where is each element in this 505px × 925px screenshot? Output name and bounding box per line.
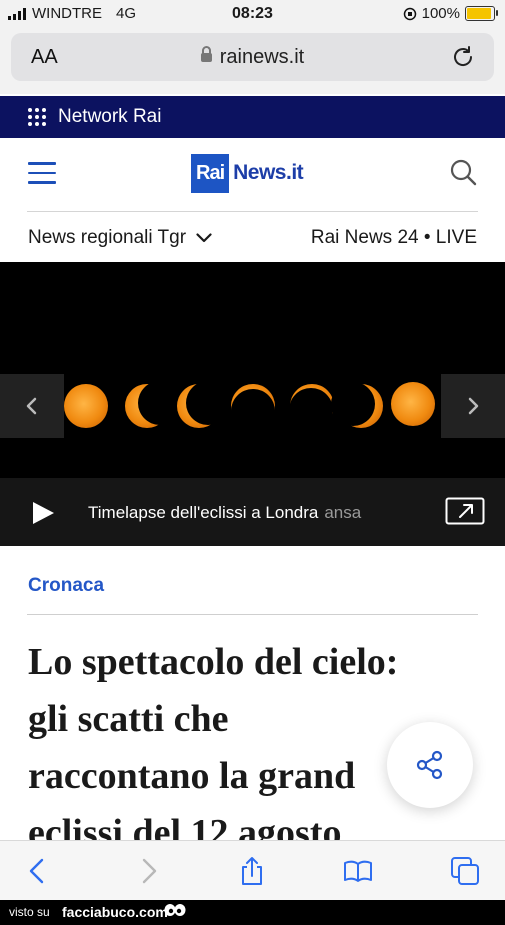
share-icon	[416, 750, 443, 780]
browser-chrome: AA rainews.it	[0, 28, 505, 94]
share-button[interactable]	[387, 722, 473, 808]
video-title-text: Timelapse dell'eclissi a Londra	[88, 503, 319, 522]
regional-news-dropdown[interactable]: News regionali Tgr	[28, 227, 212, 249]
video-caption-bar[interactable]: Timelapse dell'eclissi a Londra ansa	[0, 478, 505, 546]
grid-menu-icon	[28, 108, 46, 126]
eclipse-phase-1	[64, 384, 108, 428]
browser-toolbar	[0, 840, 505, 901]
search-icon[interactable]	[449, 158, 477, 186]
watermark-bar: visto su facciabuco.com	[0, 900, 505, 925]
watermark-visto: visto su	[9, 905, 50, 919]
headline-line: Lo spettacolo del cielo:	[28, 641, 399, 683]
play-icon[interactable]	[30, 500, 56, 526]
eyes-icon	[164, 904, 186, 916]
rainews24-live-link[interactable]: Rai News 24 • LIVE	[311, 227, 477, 249]
hamburger-menu-icon[interactable]	[28, 162, 56, 184]
chevron-right-icon	[468, 397, 479, 415]
tabs-icon[interactable]	[449, 855, 481, 887]
chevron-down-icon	[196, 233, 212, 243]
battery-fill	[467, 8, 491, 19]
address-bar[interactable]: AA rainews.it	[11, 33, 494, 81]
address-domain[interactable]: rainews.it	[11, 46, 494, 69]
video-title[interactable]: Timelapse dell'eclissi a Londra ansa	[88, 503, 361, 523]
orientation-lock-icon	[403, 7, 416, 20]
battery-icon	[465, 6, 498, 21]
bookmarks-icon[interactable]	[342, 855, 374, 887]
watermark-site: facciabuco.com	[62, 904, 168, 920]
sub-navigation: News regionali Tgr Rai News 24 • LIVE	[0, 212, 505, 262]
lock-icon	[200, 46, 212, 62]
logo-rai-mark: Rai	[191, 153, 230, 193]
reload-icon[interactable]	[450, 44, 476, 70]
network-rai-bar[interactable]: Network Rai	[0, 96, 505, 138]
eclipse-gallery-image[interactable]	[0, 262, 505, 478]
logo-news-text: News.it	[233, 161, 304, 184]
chevron-left-icon	[26, 397, 37, 415]
divider	[27, 614, 478, 615]
share-sheet-icon[interactable]	[236, 855, 268, 887]
rainews-logo[interactable]: Rai News.it	[191, 153, 304, 193]
gallery-prev-button[interactable]	[0, 374, 64, 438]
forward-icon[interactable]	[132, 855, 164, 887]
regional-news-label: News regionali Tgr	[28, 227, 187, 248]
eclipse-phase-7	[391, 382, 435, 426]
gallery-next-button[interactable]	[441, 374, 505, 438]
open-external-icon[interactable]	[445, 497, 485, 525]
back-icon[interactable]	[22, 855, 54, 887]
network-rai-label: Network Rai	[58, 106, 162, 127]
site-header: Rai News.it	[0, 138, 505, 212]
video-source: ansa	[324, 503, 362, 522]
domain-text: rainews.it	[219, 46, 305, 68]
battery-percent: 100%	[421, 5, 460, 22]
section-label[interactable]: Cronaca	[28, 575, 104, 597]
status-bar: WINDTRE 4G 08:23 100%	[0, 0, 505, 28]
